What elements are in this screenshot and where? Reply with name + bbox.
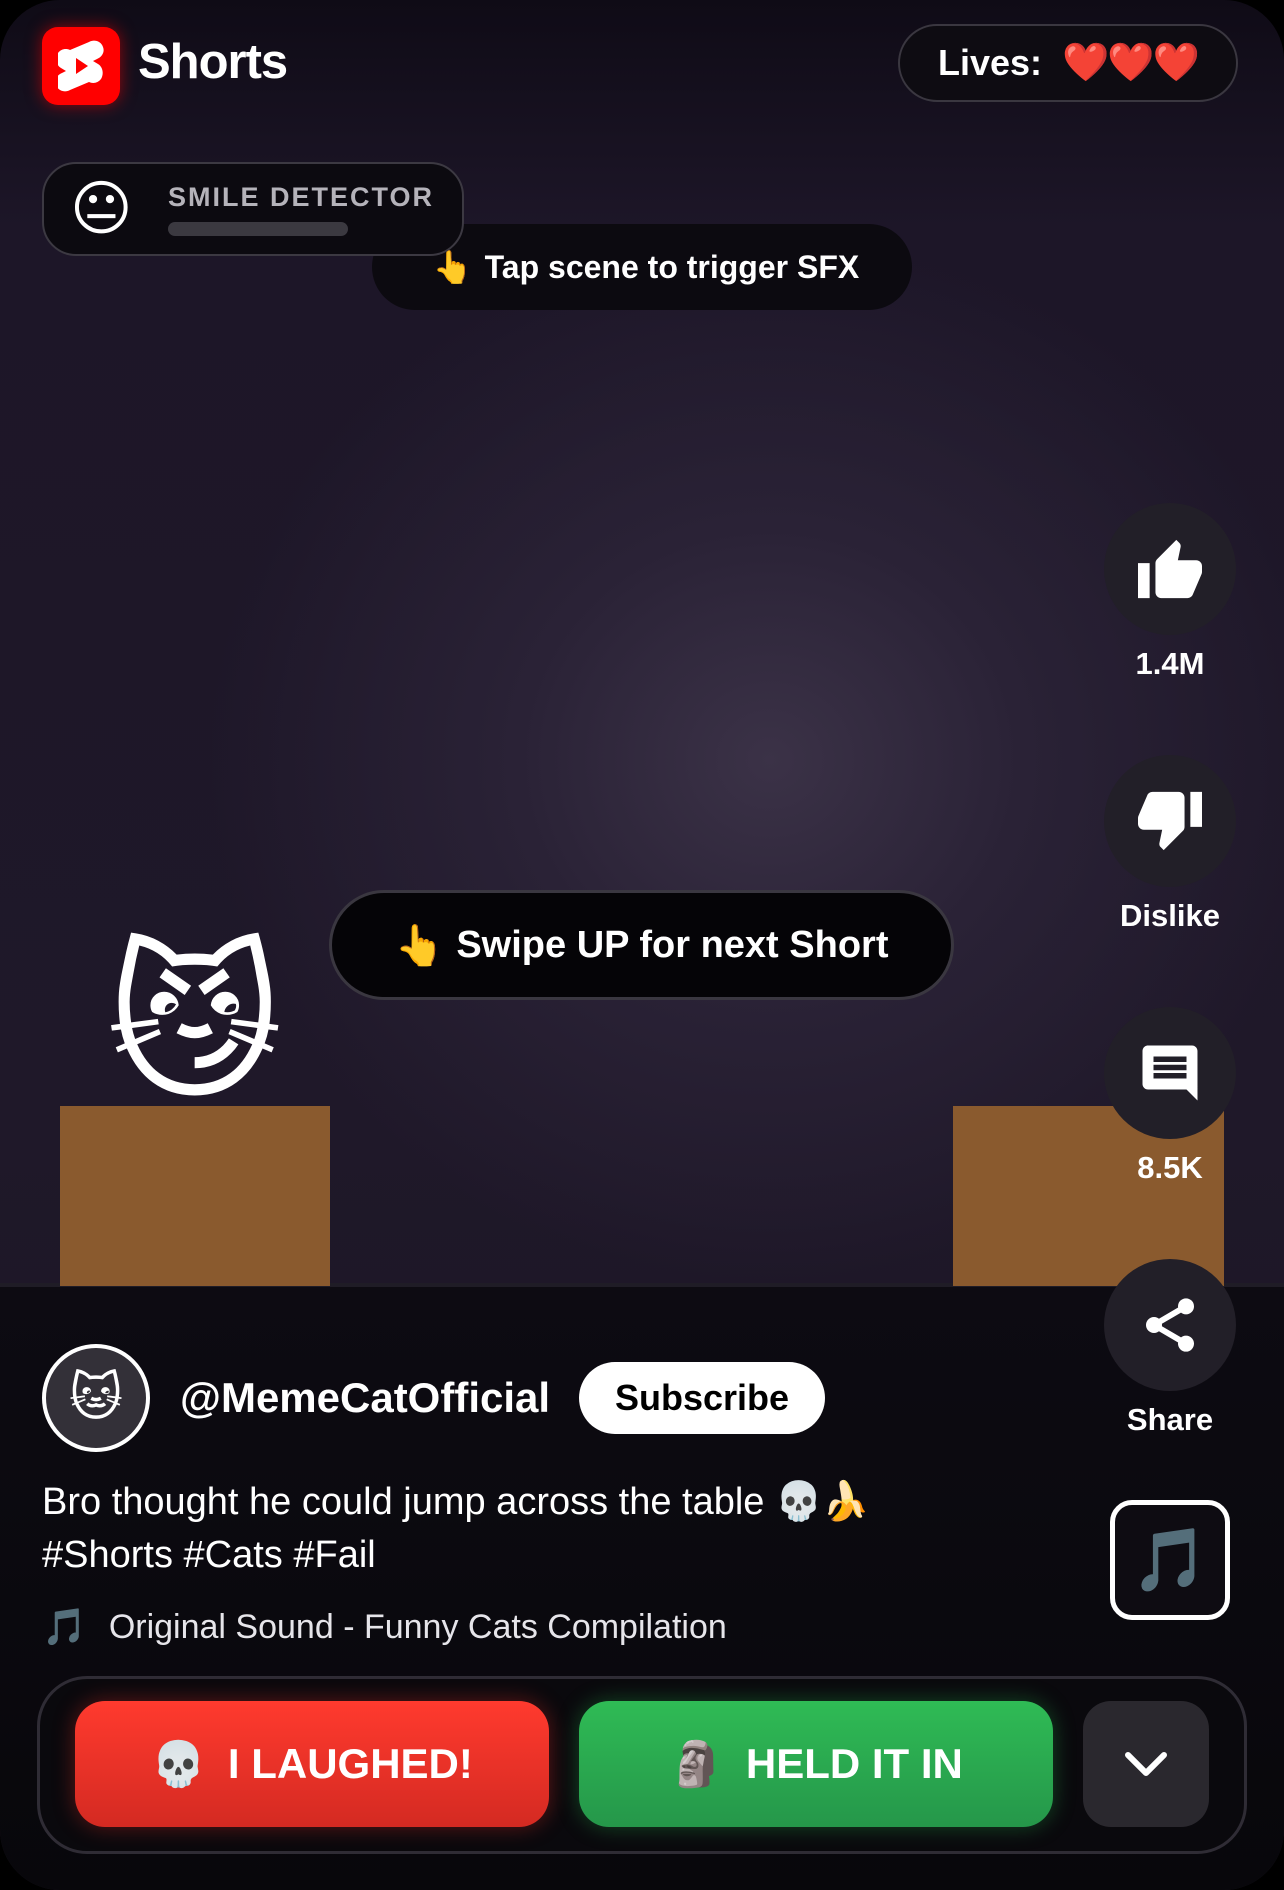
shorts-logo-glyph	[58, 40, 104, 92]
swipe-up-hint[interactable]: 👆 Swipe UP for next Short	[329, 890, 954, 1000]
skull-icon: 💀	[151, 1740, 206, 1789]
caption-line-1: Bro thought he could jump across the tab…	[42, 1481, 870, 1523]
dislike-button[interactable]	[1104, 755, 1236, 887]
smile-detector-label: SMILE DETECTOR	[168, 182, 435, 212]
heart-icons: ❤️❤️❤️	[1062, 42, 1200, 84]
share-icon	[1146, 1298, 1194, 1352]
held-it-in-label: HELD IT IN	[745, 1740, 963, 1787]
comment-icon	[1142, 1045, 1198, 1101]
comment-count: 8.5K	[1137, 1150, 1203, 1185]
thumbs-down-icon	[1138, 791, 1202, 851]
left-table[interactable]	[60, 1106, 330, 1286]
share-button[interactable]	[1104, 1259, 1236, 1391]
moai-icon: 🗿	[669, 1740, 724, 1789]
video-caption: Bro thought he could jump across the tab…	[42, 1476, 1002, 1582]
smile-meter	[168, 222, 348, 236]
neutral-face-icon: 😐	[70, 175, 133, 242]
cat-character[interactable]: 😼	[106, 930, 283, 1120]
subscribe-button[interactable]: Subscribe	[579, 1362, 825, 1434]
sound-credit[interactable]: 🎵 Original Sound - Funny Cats Compilatio…	[42, 1606, 727, 1648]
swipe-up-text: Swipe UP for next Short	[456, 923, 889, 966]
thumbs-up-icon	[1138, 539, 1202, 599]
smile-detector: 😐 SMILE DETECTOR	[42, 162, 464, 256]
like-count: 1.4M	[1135, 646, 1205, 681]
chevron-down-icon	[1125, 1752, 1167, 1776]
i-laughed-label: I LAUGHED!	[227, 1740, 473, 1787]
caption-hashtags[interactable]: #Shorts #Cats #Fail	[42, 1529, 1002, 1582]
shorts-logo-icon[interactable]	[42, 27, 120, 105]
app-title: Shorts	[138, 35, 288, 89]
dislike-label: Dislike	[1120, 898, 1220, 933]
like-button[interactable]	[1104, 503, 1236, 635]
avatar[interactable]: 🐱	[42, 1344, 150, 1452]
channel-name[interactable]: @MemeCatOfficial	[180, 1374, 550, 1422]
sound-title: Original Sound - Funny Cats Compilation	[108, 1607, 727, 1646]
held-it-in-button[interactable]: 🗿 HELD IT IN	[579, 1701, 1053, 1827]
music-note-icon[interactable]: 🎵	[1110, 1500, 1230, 1620]
lives-label: Lives:	[938, 42, 1043, 83]
lives-indicator: Lives: ❤️❤️❤️	[898, 24, 1238, 102]
music-note-icon: 🎵	[42, 1606, 87, 1647]
pointing-hand-icon: 👆	[394, 923, 445, 968]
i-laughed-button[interactable]: 💀 I LAUGHED!	[75, 1701, 549, 1827]
tap-sfx-text: Tap scene to trigger SFX	[484, 248, 860, 285]
phone-screen: Shorts Lives: ❤️❤️❤️ 😐 SMILE DETECTOR 👆 …	[0, 0, 1284, 1890]
comments-button[interactable]	[1104, 1007, 1236, 1139]
share-label: Share	[1126, 1402, 1214, 1437]
expand-button[interactable]	[1083, 1701, 1209, 1827]
